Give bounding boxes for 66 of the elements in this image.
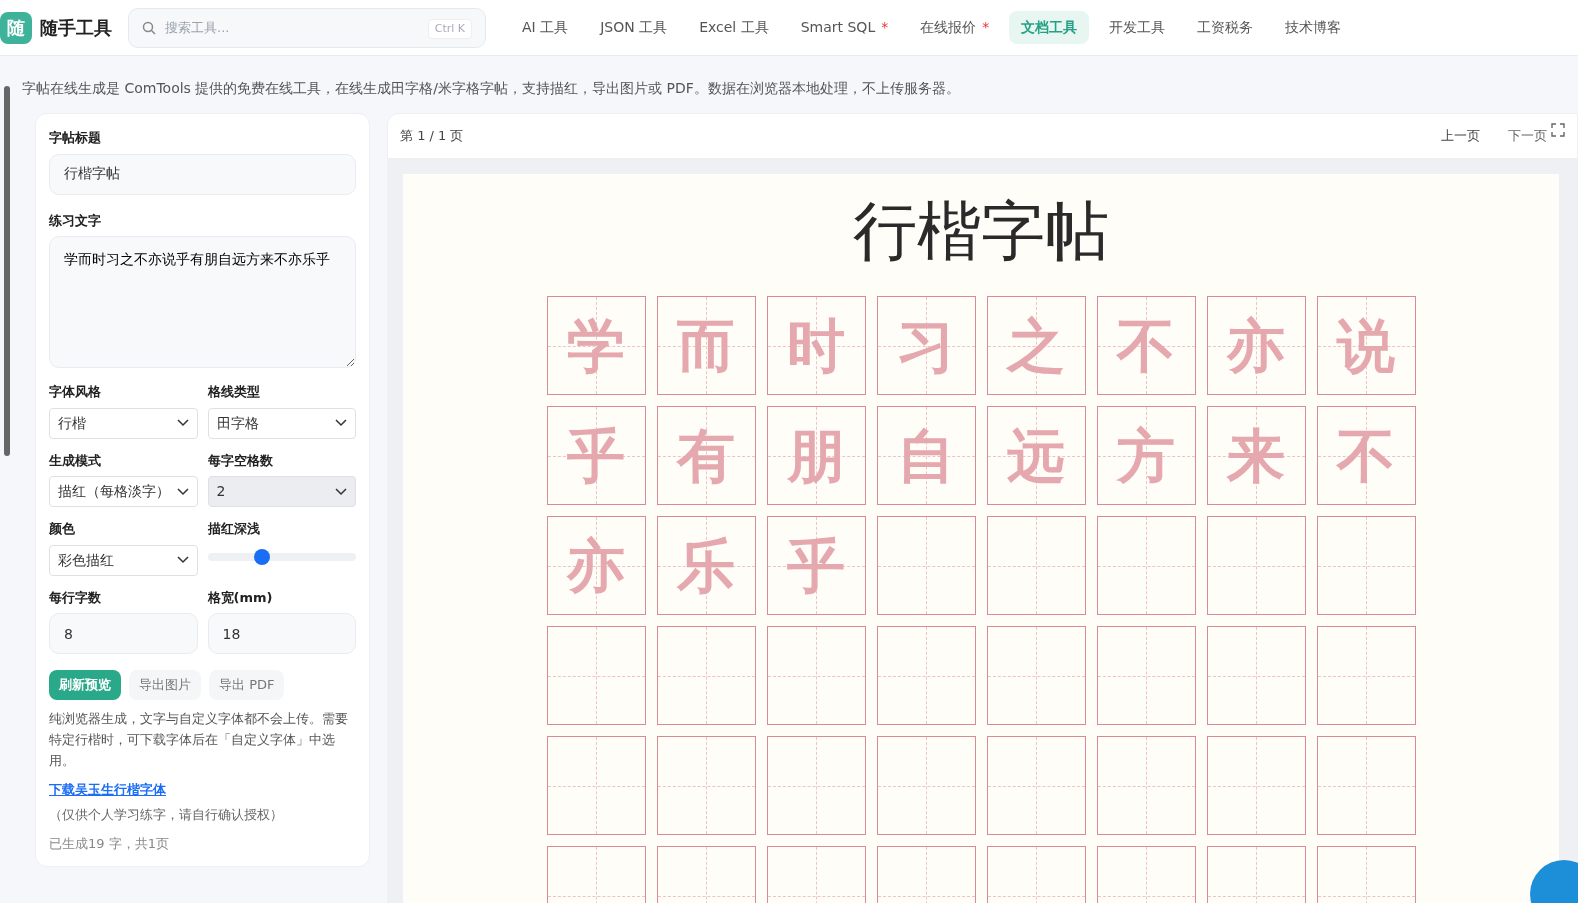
select-field[interactable]: 彩色描红 [49,544,198,576]
tracing-character: 学 [567,316,625,375]
field-label: 格线类型 [207,383,261,401]
chevron-down-icon [176,487,189,496]
license-note: （仅供个人学习练字，请自行确认授权） [49,805,284,824]
tracing-character: 亦 [1227,316,1285,375]
select-field[interactable]: 田字格 [207,407,356,439]
help-text: 纯浏览器生成，文字与自定义字体都不会上传。需要特定行楷时，可下载字体后在「自定义字体」中选用。 [49,709,349,770]
download-font-link[interactable]: 下载吴玉生行楷字体 [49,781,166,797]
worksheet-title: 行楷字帖 [852,193,1110,270]
tracing-character: 乐 [677,536,735,595]
number-input[interactable]: 18 [207,613,356,654]
chevron-down-icon [335,419,347,427]
tracing-character: 乎 [567,426,625,485]
nav-tab[interactable]: 在线报价 * [908,11,1002,44]
tracing-character: 不 [1117,316,1175,375]
field-label: 格宽(mm) [207,588,274,607]
nav-tab[interactable]: JSON 工具 [588,11,680,44]
tracing-character: 之 [1007,316,1065,375]
site-name: 随手工具 [40,16,112,40]
field-label: 生成模式 [49,451,102,470]
next-page-link[interactable]: 下一页 [1508,126,1547,146]
number-input[interactable]: 8 [49,613,198,654]
field-label: 每行字数 [49,588,102,607]
search-icon [142,20,156,35]
field-label: 描红深浅 [207,520,261,538]
export-button[interactable]: 导出 PDF [209,670,285,700]
tracing-character: 有 [677,426,735,485]
fullscreen-icon[interactable] [1551,123,1565,137]
tracing-character: 而 [677,316,735,375]
tracing-character: 习 [897,316,955,375]
nav-tab[interactable]: Excel 工具 [687,11,781,44]
field-label: 字帖标题 [49,129,102,147]
nav-tab[interactable]: 开发工具 [1097,11,1178,44]
nav-tab[interactable]: AI 工具 [510,11,581,44]
select-field[interactable]: 行楷 [49,407,198,439]
nav-tab[interactable]: Smart SQL * [788,11,901,44]
page-indicator: 第 1 / 1 页 [400,127,464,146]
tracing-character: 方 [1117,426,1175,485]
chevron-down-icon [335,487,347,496]
slider-thumb[interactable] [254,548,271,565]
tracing-character: 远 [1007,426,1065,485]
nav-tab[interactable]: 技术博客 [1273,11,1354,44]
chevron-down-icon [176,419,189,427]
field-label: 颜色 [49,520,76,538]
scrollbar[interactable] [4,86,10,456]
prev-page-link[interactable]: 上一页 [1441,126,1480,146]
field-label: 练习文字 [49,211,102,230]
nav-tab[interactable]: 工资税务 [1185,11,1266,44]
select-field[interactable]: 描红（每格淡字） [49,476,198,507]
tracing-character: 时 [787,316,845,375]
text-area[interactable]: 学而时习之不亦说乎有朋自远方来不亦乐乎 [49,236,356,368]
chevron-down-icon [176,556,189,564]
field-label: 每字空格数 [207,451,274,470]
tracing-character: 来 [1227,426,1285,485]
tracing-character: 自 [897,426,955,485]
title-input[interactable]: 行楷字帖 [49,153,356,195]
tracing-character: 不 [1337,426,1395,485]
tracing-character: 乎 [787,536,845,595]
export-button[interactable]: 导出图片 [129,670,201,700]
field-label: 字体风格 [49,383,102,401]
tracing-character: 朋 [787,426,845,485]
intro-text: 字帖在线生成是 ComTools 提供的免费在线工具，在线生成田字格/米字格字帖，支持描红，导出图片或 PDF。数据在浏览器本地处理，不上传服务器。 [21,79,960,98]
tracing-character: 亦 [567,536,625,595]
status-text: 已生成19 字，共1页 [49,834,170,853]
tracing-character: 说 [1337,316,1395,375]
